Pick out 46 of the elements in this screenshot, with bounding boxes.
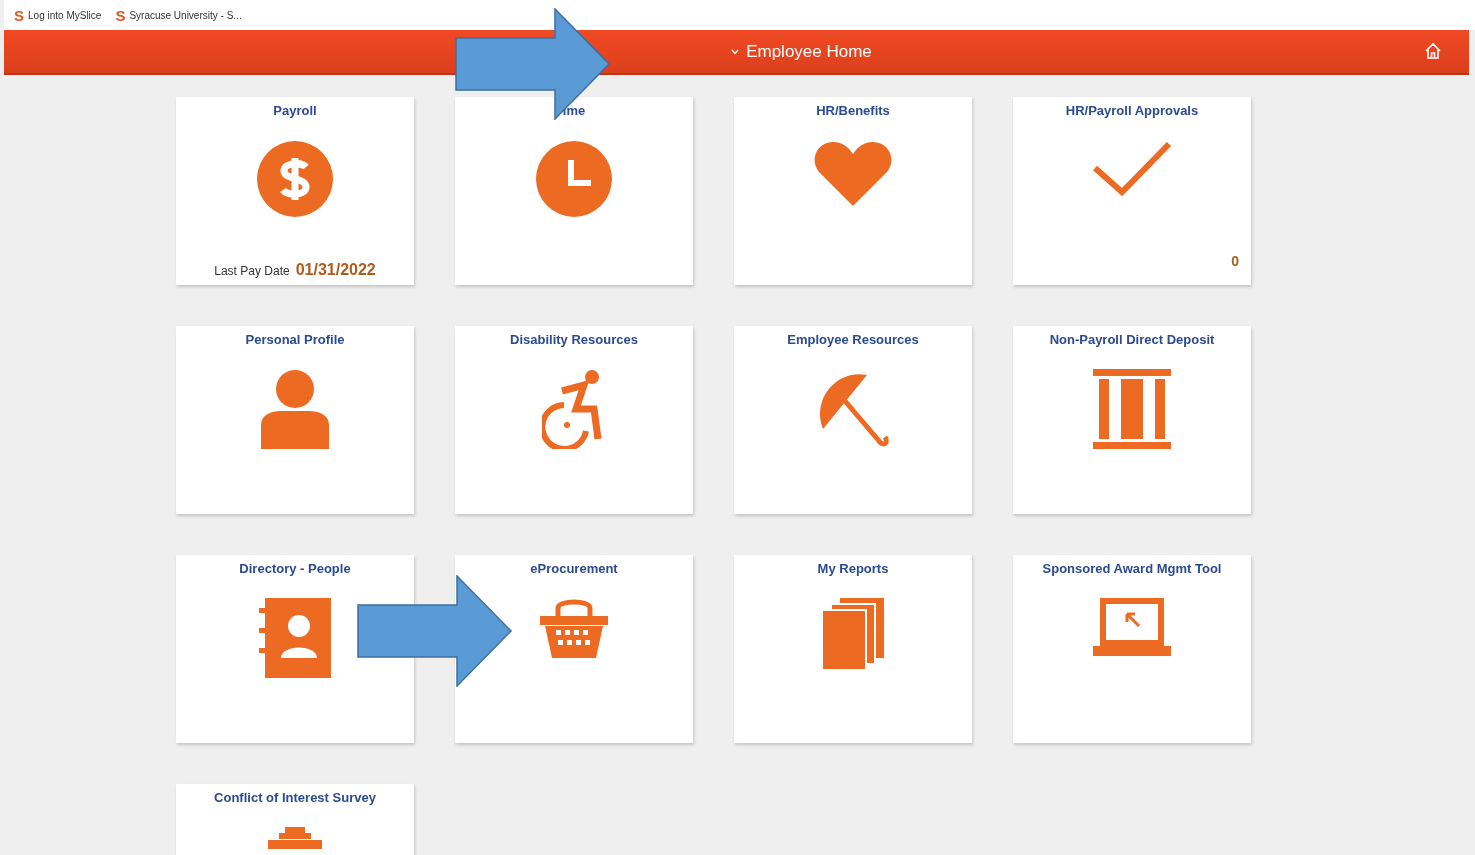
tile[interactable]: Sponsored Award Mgmt Tool (1013, 555, 1251, 743)
tile[interactable]: Non-Payroll Direct Deposit (1013, 326, 1251, 514)
chevron-icon[interactable] (731, 48, 740, 55)
tile-title: My Reports (817, 561, 889, 576)
tile-title: Payroll (273, 103, 317, 118)
tile-title: Directory - People (239, 561, 351, 576)
tile-title: Personal Profile (245, 332, 345, 347)
pay-date-label: Last Pay Date (214, 264, 290, 278)
pay-date-value: 01/31/2022 (295, 261, 376, 279)
tile[interactable]: Payroll Last Pay Date 01/31/2022 (176, 97, 414, 285)
tile[interactable]: ime (455, 97, 693, 285)
clock-icon (535, 140, 613, 218)
approval-count: 0 (1231, 253, 1239, 269)
tile[interactable]: HR/Payroll Approvals 0 (1013, 97, 1251, 285)
tile[interactable]: My Reports (734, 555, 972, 743)
heart-icon (813, 140, 893, 208)
tile[interactable]: eProcurement (455, 555, 693, 743)
tile[interactable]: Directory - People (176, 555, 414, 743)
laptop-icon (1093, 598, 1171, 658)
tile[interactable]: HR/Benefits (734, 97, 972, 285)
tile-title: Non-Payroll Direct Deposit (1049, 332, 1215, 347)
briefcase-icon (268, 827, 322, 849)
tile[interactable]: Conflict of Interest Survey (176, 784, 414, 855)
tile[interactable]: Employee Resources (734, 326, 972, 514)
tile-title: HR/Benefits (816, 103, 890, 118)
documents-icon (822, 598, 884, 670)
basket-icon (540, 598, 608, 658)
tile-title: Conflict of Interest Survey (214, 790, 376, 805)
columns-icon (1093, 369, 1171, 449)
tile[interactable]: Disability Resources (455, 326, 693, 514)
address-book-icon (259, 598, 331, 678)
tile-title: eProcurement (530, 561, 618, 576)
dollar-icon (256, 140, 334, 218)
bookmark-link[interactable]: Log into MySlice (28, 9, 102, 21)
page-title[interactable]: Employee Home (746, 41, 872, 62)
bookmark-link[interactable]: Syracuse University - S... (129, 9, 242, 21)
tile-title: Sponsored Award Mgmt Tool (1042, 561, 1222, 576)
tile-title: Disability Resources (510, 332, 638, 347)
tile-title: Employee Resources (787, 332, 919, 347)
tile-title: ime (562, 103, 586, 118)
tile-title: HR/Payroll Approvals (1065, 103, 1199, 118)
tile[interactable]: Personal Profile (176, 326, 414, 514)
bookmark-icon: S (14, 6, 24, 24)
person-icon (261, 369, 329, 449)
home-icon[interactable] (1423, 41, 1443, 61)
bookmark-icon: S (115, 6, 126, 24)
